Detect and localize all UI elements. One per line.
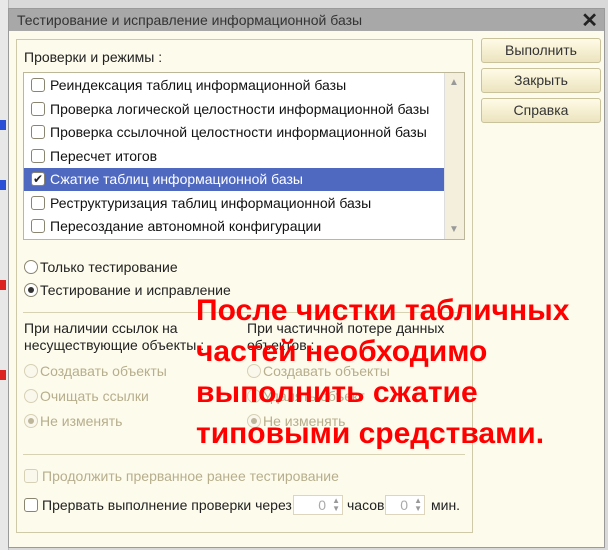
interrupt-label: Прервать выполнение проверки через — [42, 497, 292, 513]
caption-line: выполнить сжатие — [196, 376, 478, 409]
item-label: Сжатие таблиц информационной базы — [50, 171, 303, 187]
checkbox[interactable] — [31, 101, 45, 116]
checkbox[interactable] — [24, 469, 38, 483]
radio[interactable] — [24, 389, 38, 403]
list-item[interactable]: Пересоздание автономной конфигурации — [24, 215, 445, 238]
radio-label: Не изменять — [40, 413, 123, 429]
radio[interactable] — [24, 283, 38, 297]
overlay-caption: После чистки табличных частей необходимо… — [196, 290, 606, 454]
checkbox[interactable] — [31, 219, 45, 233]
list-item[interactable]: Проверка логической целостности информац… — [24, 98, 445, 121]
checkbox[interactable] — [31, 148, 45, 163]
item-label: Проверка ссылочной целостности информаци… — [50, 124, 427, 140]
item-label: Реиндексация таблиц информационной базы — [50, 77, 347, 93]
radio-label: Создавать объекты — [40, 363, 167, 379]
refs-label: При наличии ссылок на несуществующие объ… — [24, 320, 205, 353]
checkbox[interactable] — [31, 195, 45, 210]
caption-line: частей необходимо — [196, 335, 488, 368]
caption-line: типовыми средствами. — [196, 417, 545, 450]
minutes-unit: мин. — [431, 497, 461, 513]
radio-label: Только тестирование — [40, 259, 178, 275]
item-label: Реструктуризация таблиц информационной б… — [50, 194, 372, 211]
checkbox[interactable] — [31, 78, 45, 92]
hours-value: 0 — [318, 497, 326, 513]
divider — [23, 454, 465, 455]
checkbox[interactable] — [31, 125, 45, 139]
list-item[interactable]: Реструктуризация таблиц информационной б… — [24, 192, 445, 215]
item-label: Пересоздание автономной конфигурации — [50, 218, 322, 234]
item-label: Пересчет итогов — [50, 147, 158, 164]
caption-line: После чистки табличных — [196, 294, 570, 327]
scrollbar[interactable]: ▲ ▼ — [444, 73, 464, 239]
checkbox[interactable]: ✔ — [31, 172, 45, 186]
list-item[interactable]: ✔ Сжатие таблиц информационной базы — [24, 168, 445, 191]
stepper-arrows-icon[interactable]: ▲ ▼ — [414, 497, 422, 513]
close-icon[interactable]: ✕ — [581, 8, 598, 33]
radio[interactable] — [24, 260, 38, 274]
hours-unit: часов — [347, 497, 385, 513]
run-button[interactable]: Выполнить — [481, 38, 601, 63]
close-button[interactable]: Закрыть — [481, 68, 601, 93]
checks-list: Реиндексация таблиц информационной базы П… — [23, 72, 465, 240]
help-button[interactable]: Справка — [481, 98, 601, 123]
dialog: Тестирование и исправление информационно… — [8, 8, 605, 548]
radio-label: Очищать ссылки — [40, 388, 149, 404]
radio[interactable] — [24, 364, 38, 378]
dialog-title: Тестирование и исправление информационно… — [17, 12, 363, 28]
radio[interactable] — [24, 414, 38, 428]
list-item[interactable]: Проверка ссылочной целостности информаци… — [24, 121, 445, 144]
minutes-stepper[interactable]: 0 ▲ ▼ — [385, 495, 425, 515]
stepper-arrows-icon[interactable]: ▲ ▼ — [332, 497, 340, 513]
checkbox[interactable] — [24, 498, 38, 512]
checks-label: Проверки и режимы : — [24, 49, 163, 65]
hours-stepper[interactable]: 0 ▲ ▼ — [293, 495, 343, 515]
list-item[interactable]: Пересчет итогов — [24, 145, 445, 168]
list-item[interactable]: Реиндексация таблиц информационной базы — [24, 74, 445, 97]
scroll-up-icon[interactable]: ▲ — [449, 77, 459, 88]
item-label: Проверка логической целостности информац… — [50, 100, 430, 117]
continue-label: Продолжить прерванное ранее тестирование — [42, 468, 339, 484]
scroll-down-icon[interactable]: ▼ — [449, 224, 459, 235]
minutes-value: 0 — [400, 497, 408, 513]
title-bar: Тестирование и исправление информационно… — [9, 8, 604, 33]
